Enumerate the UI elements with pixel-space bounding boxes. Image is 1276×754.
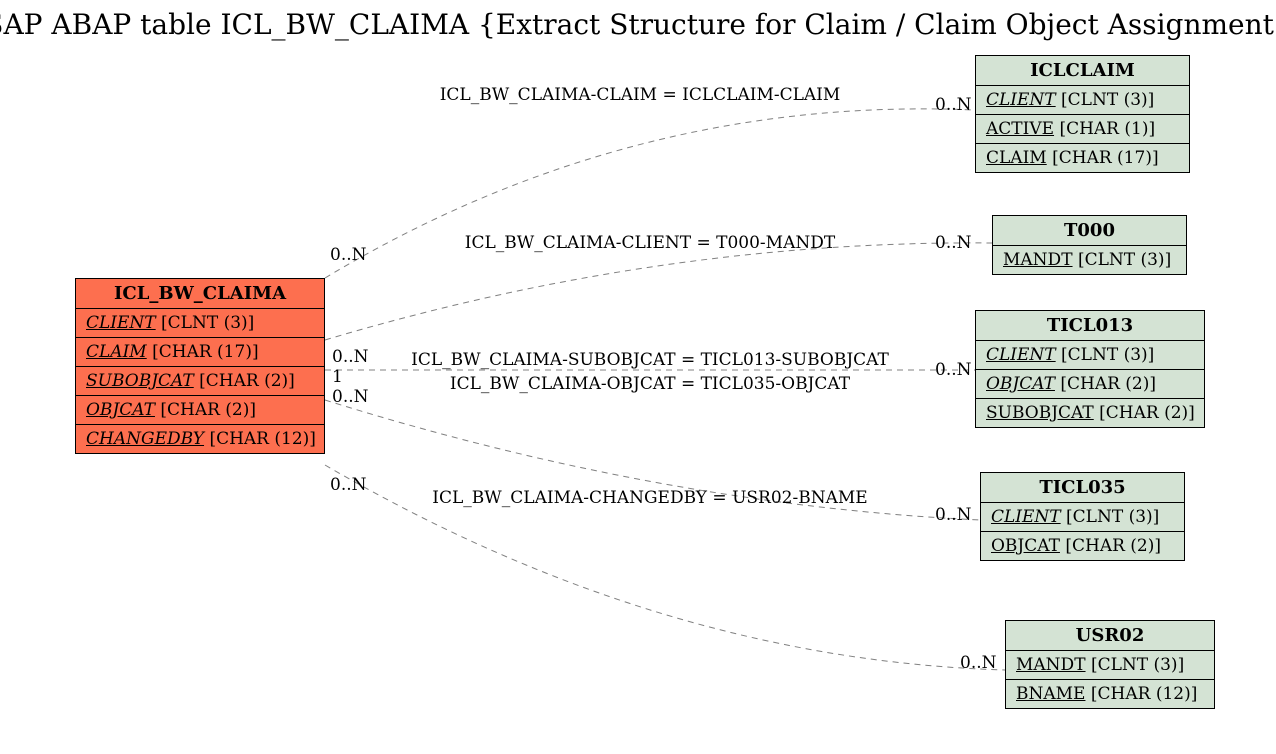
edge-label-1: ICL_BW_CLAIMA-CLIENT = T000-MANDT — [465, 233, 836, 253]
edge-label-0: ICL_BW_CLAIMA-CLAIM = ICLCLAIM-CLAIM — [440, 85, 841, 105]
edge-label-4: ICL_BW_CLAIMA-CHANGEDBY = USR02-BNAME — [432, 488, 867, 508]
entity-main-title: ICL_BW_CLAIMA — [76, 279, 324, 309]
edge-right-mult-2: 0..N — [935, 360, 972, 380]
edge-right-mult-3: 0..N — [935, 505, 972, 525]
entity-title: T000 — [993, 216, 1186, 246]
edge-right-mult-1: 0..N — [935, 233, 972, 253]
edge-label-3: ICL_BW_CLAIMA-OBJCAT = TICL035-OBJCAT — [450, 374, 851, 394]
entity-title: ICLCLAIM — [976, 56, 1189, 86]
entity-field: MANDT [CLNT (3)] — [1006, 651, 1214, 680]
edge-left-mult-prev: 0..N — [332, 347, 369, 367]
entity-main: ICL_BW_CLAIMA CLIENT [CLNT (3)] CLAIM [C… — [75, 278, 325, 454]
diagram-title: SAP ABAP table ICL_BW_CLAIMA {Extract St… — [0, 8, 1276, 41]
entity-main-field: CHANGEDBY [CHAR (12)] — [76, 425, 324, 453]
entity-field: ACTIVE [CHAR (1)] — [976, 115, 1189, 144]
entity-title: TICL013 — [976, 311, 1204, 341]
entity-iclclaim: ICLCLAIM CLIENT [CLNT (3)] ACTIVE [CHAR … — [975, 55, 1190, 173]
edge-left-mult-4: 0..N — [330, 475, 367, 495]
entity-main-field: CLIENT [CLNT (3)] — [76, 309, 324, 338]
entity-field: MANDT [CLNT (3)] — [993, 246, 1186, 274]
entity-main-field: CLAIM [CHAR (17)] — [76, 338, 324, 367]
entity-field: CLIENT [CLNT (3)] — [976, 341, 1204, 370]
edge-left-mult-0: 0..N — [330, 245, 367, 265]
entity-field: BNAME [CHAR (12)] — [1006, 680, 1214, 708]
edge-left-mult-3: 0..N — [332, 387, 369, 407]
entity-main-field: OBJCAT [CHAR (2)] — [76, 396, 324, 425]
edge-left-mult-2: 1 — [332, 367, 343, 387]
entity-field: SUBOBJCAT [CHAR (2)] — [976, 399, 1204, 427]
entity-field: CLIENT [CLNT (3)] — [981, 503, 1184, 532]
edge-right-mult-0: 0..N — [935, 95, 972, 115]
entity-usr02: USR02 MANDT [CLNT (3)] BNAME [CHAR (12)] — [1005, 620, 1215, 709]
entity-ticl013: TICL013 CLIENT [CLNT (3)] OBJCAT [CHAR (… — [975, 310, 1205, 428]
entity-title: TICL035 — [981, 473, 1184, 503]
entity-field: CLAIM [CHAR (17)] — [976, 144, 1189, 172]
entity-title: USR02 — [1006, 621, 1214, 651]
entity-field: OBJCAT [CHAR (2)] — [981, 532, 1184, 560]
entity-main-field: SUBOBJCAT [CHAR (2)] — [76, 367, 324, 396]
entity-field: CLIENT [CLNT (3)] — [976, 86, 1189, 115]
entity-t000: T000 MANDT [CLNT (3)] — [992, 215, 1187, 275]
edge-right-mult-4: 0..N — [960, 653, 997, 673]
entity-ticl035: TICL035 CLIENT [CLNT (3)] OBJCAT [CHAR (… — [980, 472, 1185, 561]
entity-field: OBJCAT [CHAR (2)] — [976, 370, 1204, 399]
edge-label-2: ICL_BW_CLAIMA-SUBOBJCAT = TICL013-SUBOBJ… — [411, 350, 889, 370]
